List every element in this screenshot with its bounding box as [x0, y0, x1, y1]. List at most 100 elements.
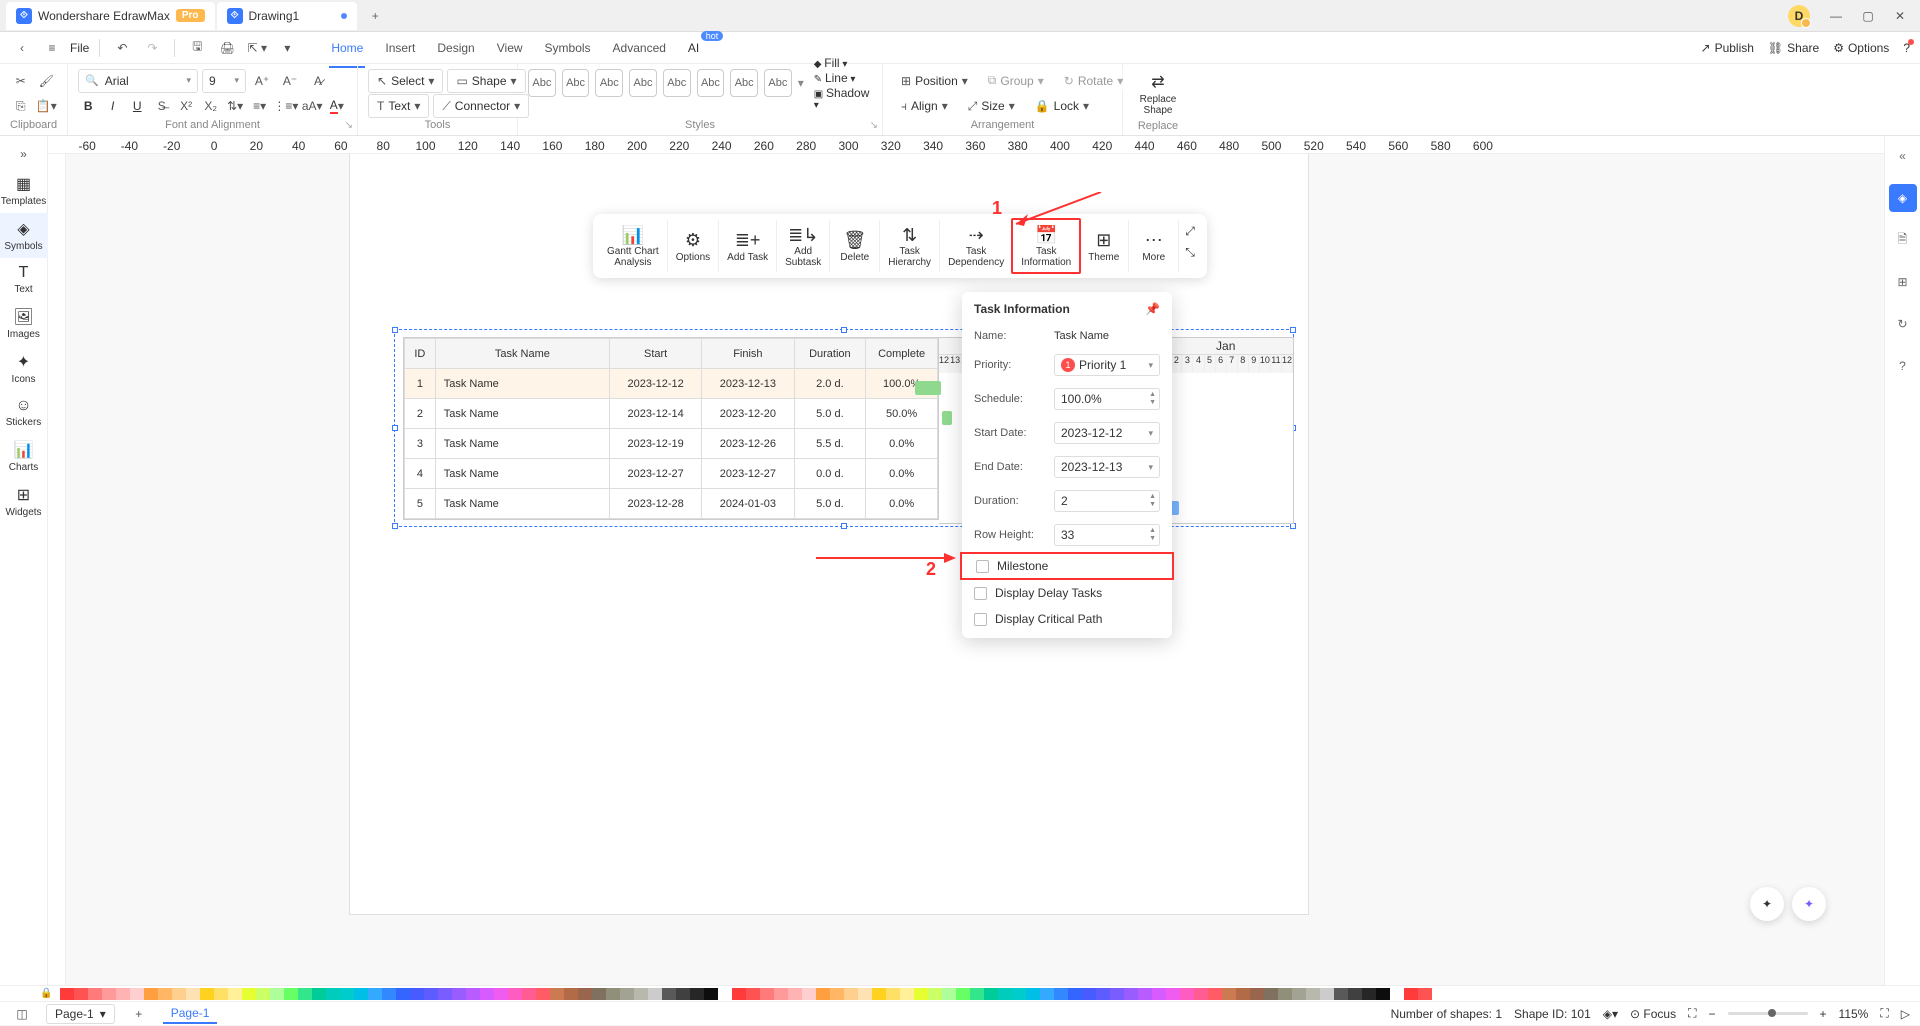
color-swatch[interactable] — [774, 988, 788, 1000]
case-button[interactable]: aA▾ — [302, 94, 323, 118]
color-swatch[interactable] — [886, 988, 900, 1000]
pin-icon[interactable]: ⤢ — [1185, 224, 1195, 239]
color-swatch[interactable] — [480, 988, 494, 1000]
right-panel-3[interactable]: ⊞ — [1889, 268, 1917, 296]
color-swatch[interactable] — [368, 988, 382, 1000]
style-preset-8[interactable]: Abc — [764, 69, 792, 97]
selection-handle[interactable] — [841, 523, 847, 529]
collapse-rail-button[interactable]: » — [12, 142, 36, 166]
align-button[interactable]: ⫞ Align▾ — [893, 94, 956, 118]
tab-advanced[interactable]: Advanced — [611, 35, 668, 61]
line-height-button[interactable]: ≡▾ — [249, 94, 269, 118]
color-swatch[interactable] — [1418, 988, 1432, 1000]
color-swatch[interactable] — [872, 988, 886, 1000]
font-launcher[interactable]: ↘ — [345, 120, 353, 131]
color-swatch[interactable] — [130, 988, 144, 1000]
rail-icons[interactable]: ✦Icons — [0, 346, 48, 391]
right-panel-5[interactable]: ? — [1889, 352, 1917, 380]
subscript-button[interactable]: X₂ — [200, 94, 220, 118]
color-swatch[interactable] — [704, 988, 718, 1000]
ft-options[interactable]: ⚙Options — [668, 220, 719, 272]
color-swatch[interactable] — [172, 988, 186, 1000]
rail-symbols[interactable]: ◈Symbols — [0, 213, 48, 258]
font-size-input[interactable]: 9▾ — [202, 69, 246, 93]
add-page-button[interactable]: + — [127, 1002, 151, 1026]
zoom-slider[interactable] — [1728, 1012, 1808, 1015]
end-date-input[interactable]: 2023-12-13▾ — [1054, 456, 1160, 478]
gantt-bar[interactable] — [915, 381, 941, 395]
font-family-input[interactable]: Arial▾ — [78, 69, 198, 93]
publish-link[interactable]: ↗Publish — [1701, 41, 1754, 55]
color-swatch[interactable] — [844, 988, 858, 1000]
right-panel-4[interactable]: ↻ — [1889, 310, 1917, 338]
color-swatch[interactable] — [1208, 988, 1222, 1000]
rotate-button[interactable]: ↻ Rotate▾ — [1056, 69, 1131, 93]
style-preset-7[interactable]: Abc — [730, 69, 758, 97]
gantt-row[interactable]: 1Task Name2023-12-122023-12-132.0 d.100.… — [405, 369, 938, 399]
rail-text[interactable]: TText — [0, 258, 48, 301]
present-button[interactable]: ▷ — [1901, 1007, 1910, 1021]
milestone-checkbox[interactable]: Milestone — [960, 552, 1174, 580]
color-swatch[interactable] — [1264, 988, 1278, 1000]
format-painter-button[interactable]: 🖌 — [36, 69, 58, 93]
tab-insert[interactable]: Insert — [383, 35, 417, 61]
style-preset-6[interactable]: Abc — [697, 69, 725, 97]
duration-input[interactable]: 2▲▼ — [1054, 490, 1160, 512]
color-swatch[interactable] — [1096, 988, 1110, 1000]
color-swatch[interactable] — [620, 988, 634, 1000]
ft-gantt-chart-analysis[interactable]: 📊Gantt ChartAnalysis — [599, 220, 668, 272]
ft-add-subtask[interactable]: ≣↳AddSubtask — [777, 220, 830, 272]
right-panel-2[interactable]: 🗎 — [1889, 226, 1917, 254]
text-button[interactable]: T Text ▾ — [368, 94, 429, 118]
zoom-value[interactable]: 115% — [1839, 1007, 1869, 1021]
share-link[interactable]: ⛓Share — [1768, 41, 1819, 55]
color-swatch[interactable] — [354, 988, 368, 1000]
rail-templates[interactable]: ▦Templates — [0, 168, 48, 213]
color-swatch[interactable] — [788, 988, 802, 1000]
bold-button[interactable]: B — [78, 94, 98, 118]
maximize-button[interactable]: ▢ — [1854, 4, 1882, 28]
styles-more[interactable]: ▾ — [798, 76, 804, 90]
paste-button[interactable]: 📋▾ — [36, 94, 58, 118]
fill-button[interactable]: ◆ Fill ▾ — [814, 56, 872, 70]
color-swatch[interactable] — [298, 988, 312, 1000]
underline-button[interactable]: U — [127, 94, 147, 118]
color-swatch[interactable] — [452, 988, 466, 1000]
color-swatch[interactable] — [396, 988, 410, 1000]
file-menu[interactable]: File — [70, 41, 89, 55]
clear-format-button[interactable]: A̷ — [306, 69, 330, 93]
ft-delete[interactable]: 🗑Delete — [830, 220, 880, 272]
color-swatch[interactable] — [606, 988, 620, 1000]
focus-button[interactable]: ⊙ Focus — [1630, 1007, 1676, 1021]
color-swatch[interactable] — [1222, 988, 1236, 1000]
right-panel-1[interactable]: ◈ — [1889, 184, 1917, 212]
color-swatch[interactable] — [550, 988, 564, 1000]
pages-button[interactable]: ◫ — [10, 1002, 34, 1026]
color-swatch[interactable] — [410, 988, 424, 1000]
increase-font-button[interactable]: A⁺ — [250, 69, 274, 93]
palette-lock-icon[interactable]: 🔒 — [40, 988, 56, 999]
zoom-in-button[interactable]: + — [1820, 1007, 1827, 1021]
print-button[interactable]: 🖨 — [215, 36, 239, 60]
color-swatch[interactable] — [424, 988, 438, 1000]
color-swatch[interactable] — [74, 988, 88, 1000]
color-swatch[interactable] — [956, 988, 970, 1000]
group-button[interactable]: ⧉ Group▾ — [980, 69, 1052, 93]
color-swatch[interactable] — [984, 988, 998, 1000]
fullscreen-button[interactable]: ⛶ — [1880, 1006, 1888, 1021]
color-swatch[interactable] — [1012, 988, 1026, 1000]
color-swatch[interactable] — [1054, 988, 1068, 1000]
export-button[interactable]: ⇱ ▾ — [245, 36, 269, 60]
style-preset-2[interactable]: Abc — [562, 69, 590, 97]
user-avatar[interactable]: D — [1788, 5, 1810, 27]
fab-ai[interactable]: ✦ — [1792, 887, 1826, 921]
color-swatch[interactable] — [116, 988, 130, 1000]
color-swatch[interactable] — [1110, 988, 1124, 1000]
display-delay-checkbox[interactable]: Display Delay Tasks — [962, 580, 1172, 606]
pin-icon[interactable]: 📌 — [1145, 302, 1160, 316]
schedule-input[interactable]: 100.0%▲▼ — [1054, 388, 1160, 410]
style-preset-5[interactable]: Abc — [663, 69, 691, 97]
color-swatch[interactable] — [102, 988, 116, 1000]
color-swatch[interactable] — [914, 988, 928, 1000]
line-spacing-button[interactable]: ⇅▾ — [225, 94, 245, 118]
